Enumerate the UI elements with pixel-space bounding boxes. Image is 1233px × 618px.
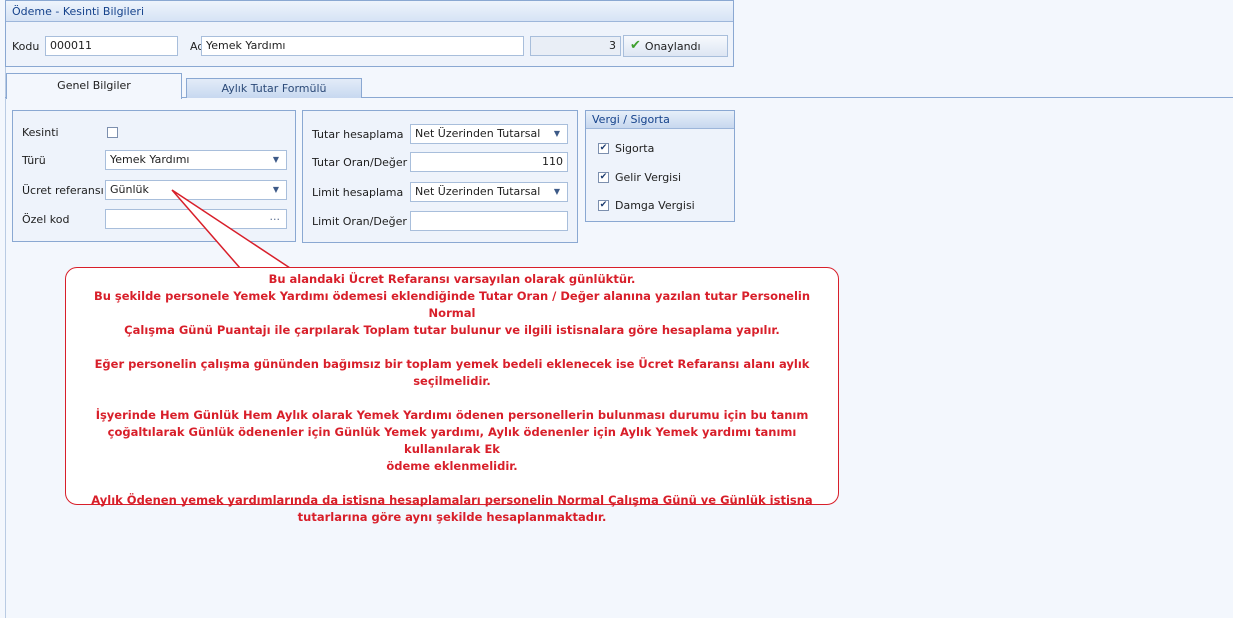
callout-line: Bu şekilde personele Yemek Yardımı ödeme… [93,289,811,320]
callout-line: İşyerinde Hem Günlük Hem Aylık olarak Ye… [95,408,809,422]
callout-spacer [86,390,818,407]
callout-line: seçilmelidir. [413,374,491,388]
callout-pointer-joint [241,268,289,271]
callout-line: Çalışma Günü Puantajı ile çarpılarak Top… [124,323,780,337]
callout-line: Bu alandaki Ücret Refaransı varsayılan o… [268,272,636,286]
tab-genel-bilgiler[interactable]: Genel Bilgiler [6,73,182,99]
callout-line: çoğaltılarak Günlük ödenenler için Günlü… [107,425,797,456]
callout-line: tutarlarına göre aynı şekilde hesaplanma… [297,510,607,524]
callout-spacer [86,339,818,356]
info-callout: Bu alandaki Ücret Refaransı varsayılan o… [65,267,839,524]
callout-spacer [86,475,818,492]
tab-genel-bilgiler-label: Genel Bilgiler [57,79,131,92]
callout-line: ödeme eklenmelidir. [386,459,518,473]
callout-line: Aylık Ödenen yemek yardımlarında da isti… [91,493,813,507]
callout-line: Eğer personelin çalışma gününden bağımsı… [94,357,810,371]
